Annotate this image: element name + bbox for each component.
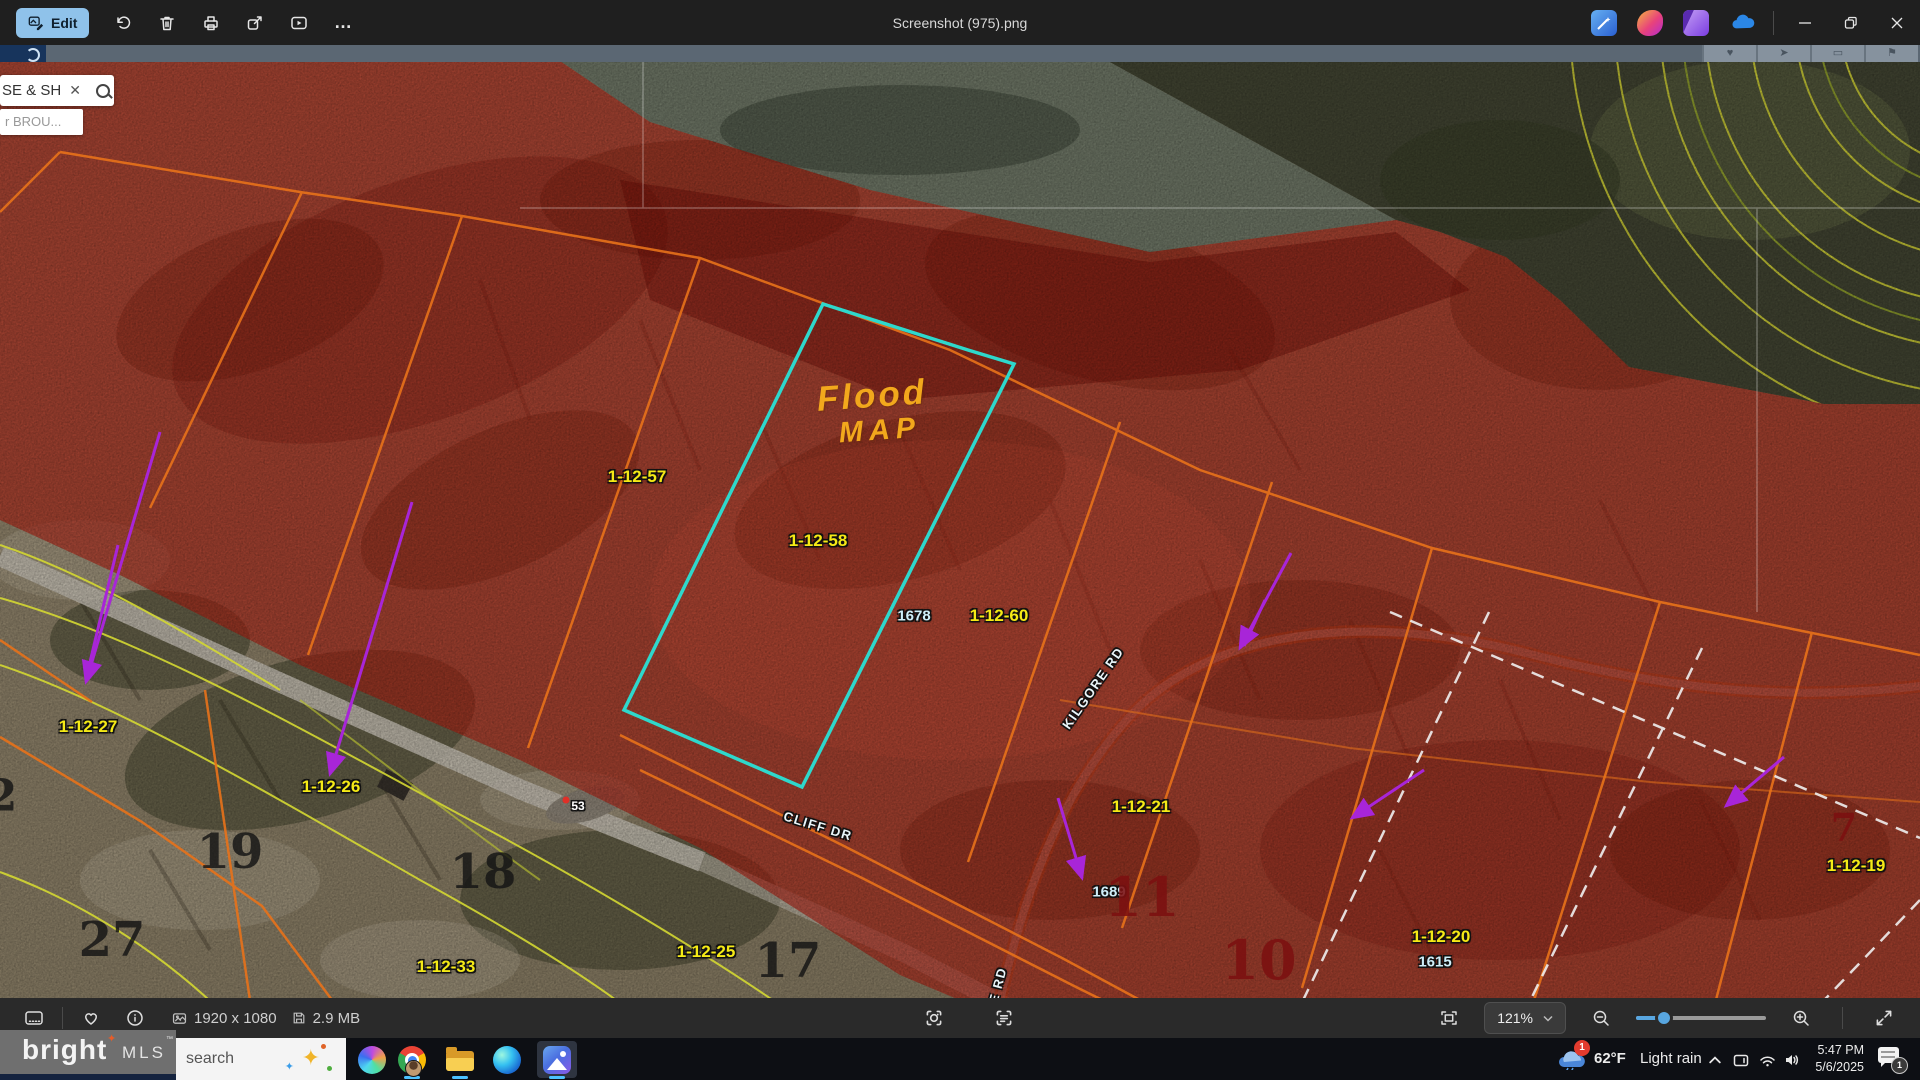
rotate-button[interactable] xyxy=(113,13,133,33)
taskbar-search-placeholder: search xyxy=(186,1038,234,1080)
taskbar-file-explorer-icon[interactable] xyxy=(444,1044,476,1076)
tray-clock[interactable]: 5:47 PM 5/6/2025 xyxy=(1806,1042,1864,1076)
notification-badge: 1 xyxy=(1891,1057,1908,1074)
windows-taskbar: bright ✦ MLS ™ search ✦ ✦ 1 62°F Light r… xyxy=(0,1038,1920,1080)
fullscreen-button[interactable] xyxy=(1873,1007,1895,1029)
bright-mls-word: bright xyxy=(22,1034,107,1066)
photos-title-bar: Edit … Screenshot (975).png xyxy=(0,0,1920,45)
bright-mls-footer-strip xyxy=(0,1074,176,1080)
bright-mls-mls: MLS xyxy=(122,1043,166,1063)
print-button[interactable] xyxy=(201,13,221,33)
edit-button-label: Edit xyxy=(51,15,77,31)
fit-to-window-button[interactable] xyxy=(1438,1007,1460,1029)
tray-time: 5:47 PM xyxy=(1806,1042,1864,1059)
tray-device-icon[interactable] xyxy=(1729,1044,1753,1076)
clear-search-icon: ✕ xyxy=(69,82,81,99)
spark-dot-green xyxy=(327,1066,332,1071)
tray-volume-icon[interactable] xyxy=(1780,1044,1804,1076)
taskbar-edge-icon[interactable] xyxy=(491,1044,523,1076)
visual-search-button[interactable] xyxy=(923,1007,945,1029)
delete-button[interactable] xyxy=(157,13,177,33)
zoom-slider[interactable] xyxy=(1636,1016,1766,1020)
gis-bookmark-icon: ♥ xyxy=(1702,45,1756,62)
zoom-in-button[interactable] xyxy=(1790,1007,1812,1029)
weather-temperature[interactable]: 62°F xyxy=(1594,1038,1626,1080)
image-search-box: SE & SH ✕ xyxy=(0,75,114,106)
running-indicator xyxy=(452,1076,468,1079)
ai-edit-icon[interactable] xyxy=(1591,10,1617,36)
designer-icon[interactable] xyxy=(1637,10,1663,36)
restore-button[interactable] xyxy=(1828,0,1874,45)
flood-map-image[interactable] xyxy=(0,0,1920,1080)
onedrive-icon[interactable] xyxy=(1729,10,1755,36)
bright-mls-spark-icon: ✦ xyxy=(107,1032,116,1045)
weather-badge: 1 xyxy=(1574,1040,1590,1056)
tray-chevron-up-icon[interactable] xyxy=(1704,1044,1726,1076)
bright-mls-logo: bright ✦ MLS ™ xyxy=(0,1030,176,1074)
bright-mls-tm: ™ xyxy=(166,1036,173,1043)
copilot-spark-small-icon: ✦ xyxy=(285,1060,294,1073)
text-actions-button[interactable] xyxy=(993,1007,1015,1029)
taskbar-search-box[interactable]: search ✦ ✦ xyxy=(176,1038,346,1080)
zoom-out-button[interactable] xyxy=(1590,1007,1612,1029)
tray-date: 5/6/2025 xyxy=(1806,1059,1864,1076)
weather-tray-icon[interactable]: 1 xyxy=(1556,1043,1588,1073)
tray-wifi-icon[interactable] xyxy=(1755,1044,1779,1076)
spark-dot-orange xyxy=(321,1044,326,1049)
dimensions-value: 1920 x 1080 xyxy=(194,1010,277,1027)
gis-toolbar-strip: ♥ ➤ ▭ ⚑ xyxy=(0,45,1920,62)
file-size: 2.9 MB xyxy=(291,1010,361,1027)
taskbar-photos-icon[interactable] xyxy=(541,1044,573,1076)
weather-condition[interactable]: Light rain xyxy=(1640,1038,1702,1080)
image-search-suggestion: r BROU... xyxy=(0,109,83,135)
gis-cursor-icon: ➤ xyxy=(1756,45,1810,62)
chrome-profile-avatar xyxy=(405,1060,422,1077)
toolbar-separator xyxy=(62,1007,63,1029)
image-dimensions: 1920 x 1080 xyxy=(171,1010,277,1027)
edit-image-icon xyxy=(28,15,44,31)
zoom-level-dropdown[interactable]: 121% xyxy=(1484,1002,1566,1034)
zoom-level-value: 121% xyxy=(1497,1010,1533,1026)
photos-bottom-toolbar: 1920 x 1080 2.9 MB 121% xyxy=(0,998,1920,1038)
minimize-button[interactable] xyxy=(1782,0,1828,45)
slideshow-button[interactable] xyxy=(289,13,309,33)
favorite-button[interactable] xyxy=(80,1007,102,1029)
notification-center-icon[interactable]: 1 xyxy=(1878,1047,1904,1071)
running-indicator xyxy=(549,1076,565,1079)
gis-logo xyxy=(0,45,46,62)
zoom-slider-thumb[interactable] xyxy=(1655,1009,1673,1027)
taskbar-copilot-icon[interactable] xyxy=(356,1044,388,1076)
gis-flag-icon: ⚑ xyxy=(1864,45,1918,62)
copilot-spark-icon: ✦ xyxy=(302,1047,320,1069)
image-search-query: SE & SH xyxy=(2,82,61,99)
edit-button[interactable]: Edit xyxy=(16,8,89,38)
toolbar-separator xyxy=(1842,1007,1843,1029)
titlebar-separator xyxy=(1773,11,1774,35)
search-icon xyxy=(96,84,110,98)
share-button[interactable] xyxy=(245,13,265,33)
close-button[interactable] xyxy=(1874,0,1920,45)
clipchamp-icon[interactable] xyxy=(1683,10,1709,36)
more-options-button[interactable]: … xyxy=(333,13,353,33)
filmstrip-button[interactable] xyxy=(23,1007,45,1029)
filesize-value: 2.9 MB xyxy=(313,1010,361,1027)
gis-extent-icon: ▭ xyxy=(1810,45,1864,62)
chevron-down-icon xyxy=(1543,1015,1553,1022)
info-button[interactable] xyxy=(124,1007,146,1029)
taskbar-chrome-icon[interactable] xyxy=(396,1044,428,1076)
